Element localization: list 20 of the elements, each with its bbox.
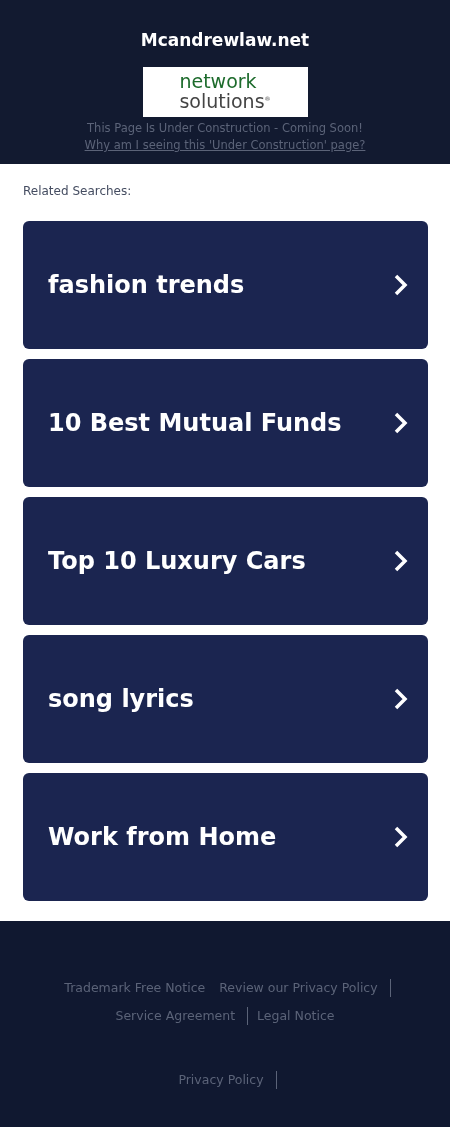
footer-link[interactable]: Privacy Policy — [171, 1071, 277, 1089]
footer-link[interactable]: Review our Privacy Policy — [212, 979, 391, 997]
search-link-card[interactable]: song lyrics — [23, 635, 428, 763]
chevron-right-icon — [394, 412, 408, 434]
related-searches-title: Related Searches: — [23, 184, 133, 198]
network-solutions-logo: network solutions$^{®}$ — [142, 67, 308, 117]
chevron-right-icon — [394, 550, 408, 572]
search-link-card[interactable]: Work from Home — [23, 773, 428, 901]
chevron-right-icon — [394, 688, 408, 710]
construction-notice: This Page Is Under Construction - Coming Soon! — [87, 121, 363, 135]
footer-link[interactable]: Service Agreement — [108, 1007, 249, 1025]
construction-info-link[interactable]: Why am I seeing this 'Under Construction' page? — [84, 138, 366, 152]
domain-title: Mcandrewlaw.net — [140, 30, 310, 50]
footer-link[interactable]: Legal Notice — [250, 1007, 342, 1025]
search-link-card[interactable]: Top 10 Luxury Cars — [23, 497, 428, 625]
chevron-right-icon — [394, 826, 408, 848]
search-link-card[interactable]: fashion trends — [23, 221, 428, 349]
footer-link[interactable]: Trademark Free Notice — [57, 979, 213, 997]
chevron-right-icon — [394, 274, 408, 296]
search-link-card[interactable]: 10 Best Mutual Funds — [23, 359, 428, 487]
